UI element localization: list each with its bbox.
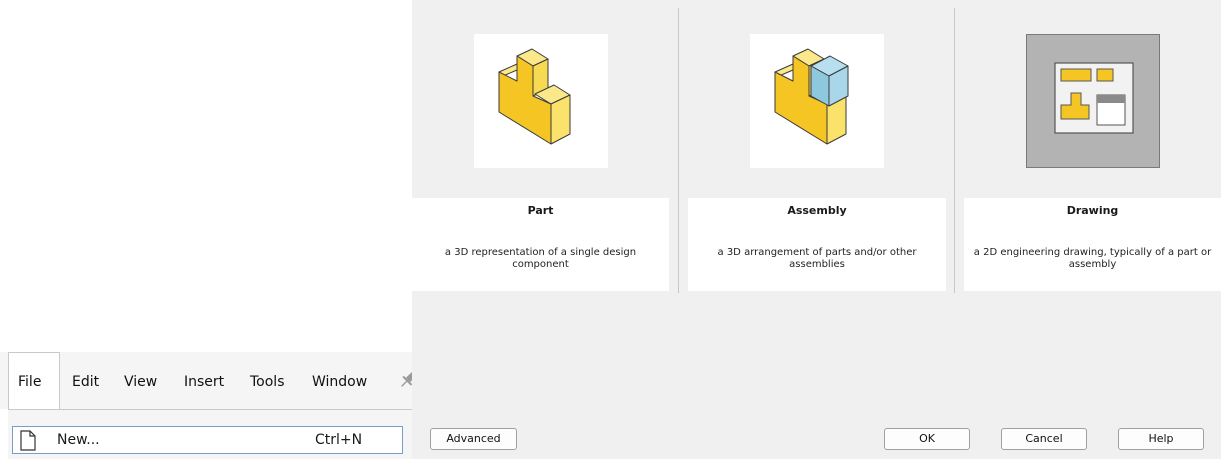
assembly-description: a 3D arrangement of parts and/or other a… (717, 247, 917, 270)
part-template-thumbnail[interactable] (474, 34, 608, 168)
menu-tools[interactable]: Tools (250, 374, 285, 390)
ok-button[interactable]: OK (884, 428, 970, 450)
menu-insert[interactable]: Insert (184, 374, 224, 390)
cancel-button[interactable]: Cancel (1001, 428, 1087, 450)
drawing-template-thumbnail[interactable] (1026, 34, 1160, 168)
assembly-template-thumbnail[interactable] (750, 34, 884, 168)
advanced-button[interactable]: Advanced (430, 428, 517, 450)
menu-view[interactable]: View (124, 374, 157, 390)
part-template-card[interactable]: Part a 3D representation of a single des… (412, 198, 669, 291)
menubar: File Edit View Insert Tools Window (0, 352, 412, 409)
pin-icon[interactable] (398, 370, 412, 390)
column-divider (954, 8, 955, 293)
assembly-template-card[interactable]: Assembly a 3D arrangement of parts and/o… (688, 198, 946, 291)
file-menu-dropdown: New... Ctrl+N (8, 409, 412, 459)
assembly-icon (774, 48, 849, 145)
drawing-template-card[interactable]: Drawing a 2D engineering drawing, typica… (964, 198, 1221, 291)
menu-file[interactable]: File (18, 374, 41, 390)
menu-item-new-label: New... (57, 432, 100, 448)
part-title: Part (527, 204, 554, 217)
assembly-title: Assembly (787, 204, 847, 217)
drawing-description: a 2D engineering drawing, typically of a… (973, 247, 1212, 270)
drawing-title: Drawing (1066, 204, 1119, 217)
menu-item-new[interactable]: New... Ctrl+N (12, 426, 403, 454)
help-button[interactable]: Help (1118, 428, 1204, 450)
part-description: a 3D representation of a single design c… (444, 247, 637, 270)
document-icon (19, 430, 37, 455)
column-divider (678, 8, 679, 293)
menu-item-new-shortcut: Ctrl+N (315, 432, 363, 448)
new-document-dialog: Part a 3D representation of a single des… (412, 0, 1221, 459)
menu-window[interactable]: Window (312, 374, 367, 390)
menu-edit[interactable]: Edit (72, 374, 99, 390)
part-icon (498, 48, 571, 145)
drawing-icon (1054, 62, 1134, 134)
